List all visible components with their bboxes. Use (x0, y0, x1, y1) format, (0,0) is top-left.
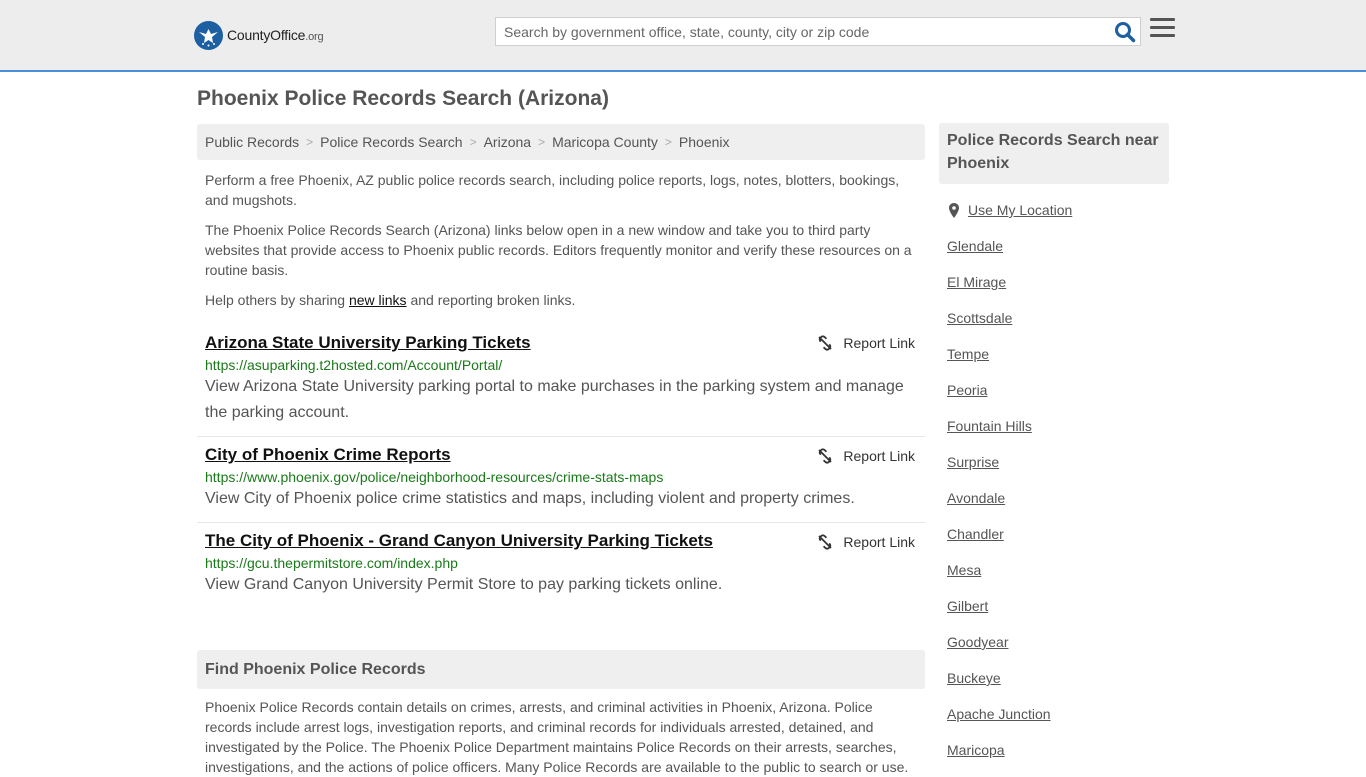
city-list-item: Scottsdale (947, 300, 1169, 336)
city-link-gilbert[interactable]: Gilbert (947, 598, 988, 614)
city-link-avondale[interactable]: Avondale (947, 490, 1005, 506)
report-link-button[interactable]: Report Link (817, 534, 915, 550)
city-list-item: Buckeye (947, 660, 1169, 696)
intro-paragraph: The Phoenix Police Records Search (Arizo… (205, 222, 912, 278)
city-link-tempe[interactable]: Tempe (947, 346, 989, 362)
city-list-item: Chandler (947, 516, 1169, 552)
hamburger-menu-icon[interactable] (1150, 18, 1175, 42)
result-item: City of Phoenix Crime Reports Report Lin… (197, 437, 925, 523)
eagle-seal-icon (194, 20, 223, 50)
broken-link-icon (818, 335, 833, 351)
result-description: View Grand Canyon University Permit Stor… (205, 576, 723, 593)
find-records-heading: Find Phoenix Police Records (197, 650, 925, 689)
result-url: https://gcu.thepermitstore.com/index.php (205, 555, 458, 571)
city-link-peoria[interactable]: Peoria (947, 382, 987, 398)
result-item: The City of Phoenix - Grand Canyon Unive… (197, 523, 925, 608)
city-list-item: Surprise (947, 444, 1169, 480)
main-content: Perform a free Phoenix, AZ public police… (197, 170, 925, 608)
city-list-item: Maricopa (947, 732, 1169, 768)
city-list-item: Fountain Hills (947, 408, 1169, 444)
intro: Perform a free Phoenix, AZ public police… (197, 170, 925, 310)
city-link-maricopa[interactable]: Maricopa (947, 742, 1005, 758)
report-link-label: Report Link (843, 448, 915, 464)
logo-text: CountyOffice.org (227, 27, 324, 43)
search-icon[interactable] (1114, 21, 1136, 43)
use-my-location-link[interactable]: Use My Location (968, 202, 1072, 218)
search-bar (495, 17, 1141, 46)
chevron-right-icon: > (469, 135, 477, 149)
result-title-link[interactable]: The City of Phoenix - Grand Canyon Unive… (205, 531, 713, 551)
nearby-cities-list: Use My Location Glendale El Mirage Scott… (939, 192, 1169, 768)
site-header: CountyOffice.org (0, 0, 1366, 72)
new-links-link[interactable]: new links (349, 292, 407, 308)
city-list-item: Mesa (947, 552, 1169, 588)
city-link-mesa[interactable]: Mesa (947, 562, 981, 578)
result-item: Arizona State University Parking Tickets… (197, 320, 925, 437)
page-title: Phoenix Police Records Search (Arizona) (197, 87, 609, 110)
city-link-el-mirage[interactable]: El Mirage (947, 274, 1006, 290)
result-title-link[interactable]: City of Phoenix Crime Reports (205, 445, 451, 465)
location-pin-icon (949, 202, 959, 218)
city-list-item: Apache Junction (947, 696, 1169, 732)
result-description: View Arizona State University parking po… (205, 378, 904, 421)
city-link-apache-junction[interactable]: Apache Junction (947, 706, 1051, 722)
breadcrumb-phoenix[interactable]: Phoenix (679, 134, 730, 150)
chevron-right-icon: > (664, 135, 672, 149)
city-list-item: Peoria (947, 372, 1169, 408)
intro-paragraph: Perform a free Phoenix, AZ public police… (205, 172, 900, 208)
broken-link-icon (818, 534, 833, 550)
report-link-button[interactable]: Report Link (817, 448, 915, 464)
report-link-label: Report Link (843, 335, 915, 351)
chevron-right-icon: > (538, 135, 546, 149)
breadcrumb-arizona[interactable]: Arizona (484, 134, 531, 150)
chevron-right-icon: > (306, 135, 314, 149)
city-list-item: Glendale (947, 228, 1169, 264)
breadcrumb: Public Records > Police Records Search >… (197, 124, 925, 160)
site-logo[interactable]: CountyOffice.org (194, 20, 324, 50)
city-link-scottsdale[interactable]: Scottsdale (947, 310, 1012, 326)
broken-link-icon (818, 448, 833, 464)
search-input[interactable] (496, 18, 1106, 45)
result-url: https://asuparking.t2hosted.com/Account/… (205, 357, 503, 373)
city-link-buckeye[interactable]: Buckeye (947, 670, 1001, 686)
city-link-surprise[interactable]: Surprise (947, 454, 999, 470)
report-link-label: Report Link (843, 534, 915, 550)
city-link-fountain-hills[interactable]: Fountain Hills (947, 418, 1032, 434)
city-list-item: Avondale (947, 480, 1169, 516)
city-link-chandler[interactable]: Chandler (947, 526, 1004, 542)
breadcrumb-public-records[interactable]: Public Records (205, 134, 299, 150)
breadcrumb-police-records-search[interactable]: Police Records Search (320, 134, 462, 150)
share-note: Help others by sharing new links and rep… (205, 292, 576, 308)
city-link-glendale[interactable]: Glendale (947, 238, 1003, 254)
find-records-text: Phoenix Police Records contain details o… (205, 699, 909, 775)
result-title-link[interactable]: Arizona State University Parking Tickets (205, 333, 531, 353)
city-list-item: El Mirage (947, 264, 1169, 300)
result-url: https://www.phoenix.gov/police/neighborh… (205, 469, 664, 485)
sidebar-heading: Police Records Search near Phoenix (939, 123, 1169, 184)
city-list-item: Tempe (947, 336, 1169, 372)
result-description: View City of Phoenix police crime statis… (205, 490, 855, 507)
breadcrumb-maricopa-county[interactable]: Maricopa County (552, 134, 658, 150)
city-link-goodyear[interactable]: Goodyear (947, 634, 1008, 650)
report-link-button[interactable]: Report Link (817, 335, 915, 351)
sidebar: Police Records Search near Phoenix Use M… (939, 123, 1169, 768)
city-list-item: Gilbert (947, 588, 1169, 624)
city-list-item: Goodyear (947, 624, 1169, 660)
use-location-item: Use My Location (947, 192, 1169, 228)
